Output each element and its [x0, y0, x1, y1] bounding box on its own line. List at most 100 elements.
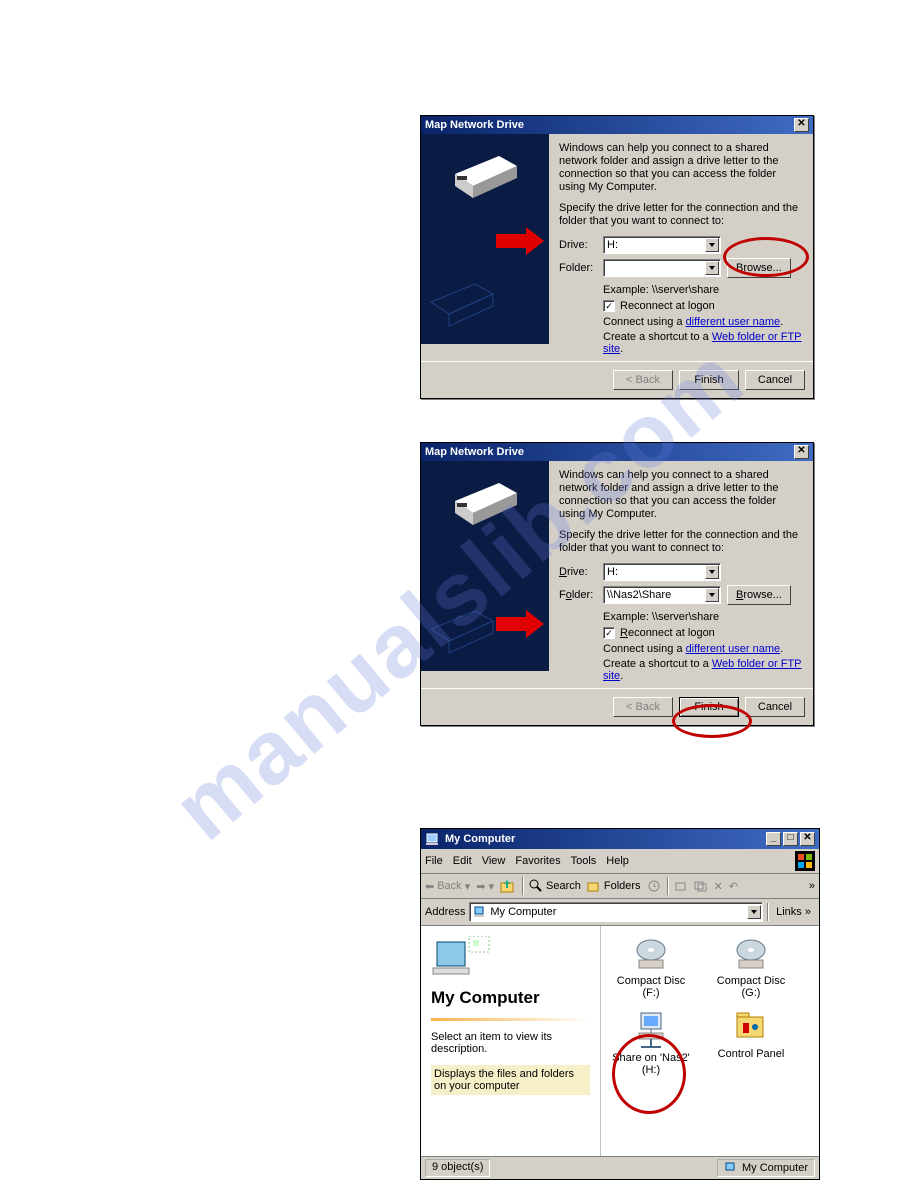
folder-combo[interactable]: \\Nas2\Share	[603, 586, 721, 604]
dropdown-icon[interactable]	[705, 588, 719, 602]
description-1: Windows can help you connect to a shared…	[559, 469, 803, 521]
divider	[431, 1018, 590, 1021]
close-button[interactable]: ✕	[794, 445, 809, 459]
history-icon	[647, 879, 661, 893]
menu-tools[interactable]: Tools	[571, 855, 597, 867]
toolbar-more[interactable]: »	[809, 880, 815, 892]
back-button: < Back	[613, 697, 673, 717]
links-button[interactable]: Links »	[772, 906, 815, 918]
search-icon	[529, 879, 543, 893]
different-user-link[interactable]: different user name	[686, 643, 781, 655]
move-to-button[interactable]	[674, 879, 688, 893]
titlebar: Map Network Drive ✕	[421, 443, 813, 461]
browse-button[interactable]: Browse...	[727, 585, 791, 605]
menu-view[interactable]: View	[482, 855, 506, 867]
cancel-button[interactable]: Cancel	[745, 370, 805, 390]
network-drive-icon	[631, 1009, 671, 1049]
my-computer-window: My Computer _ □ ✕ File Edit View Favorit…	[420, 828, 820, 1180]
shortcut-text: Create a shortcut to a Web folder or FTP…	[603, 331, 803, 355]
description-1: Windows can help you connect to a shared…	[559, 142, 803, 194]
map-drive-dialog-1: Map Network Drive ✕ Windows can help you…	[420, 115, 814, 399]
drive-combo[interactable]: H:	[603, 236, 721, 254]
folder-combo[interactable]	[603, 259, 721, 277]
panel-title: My Computer	[431, 988, 590, 1008]
undo-button[interactable]: ↶	[729, 880, 738, 893]
dialog-button-row: < Back Finish Cancel	[421, 688, 813, 725]
cancel-button[interactable]: Cancel	[745, 697, 805, 717]
drive-value: H:	[607, 566, 618, 578]
up-button[interactable]	[500, 878, 516, 894]
dropdown-icon[interactable]	[747, 905, 761, 919]
toolbar: ⬅ Back ▾ ➡ ▾ Search Folders ✕ ↶ »	[421, 874, 819, 899]
dropdown-icon[interactable]	[705, 238, 719, 252]
dropdown-icon[interactable]	[705, 261, 719, 275]
example-text: Example: \\server\share	[603, 611, 803, 623]
finish-button[interactable]: Finish	[679, 370, 739, 390]
address-label: Address	[425, 906, 465, 918]
drive-value: H:	[607, 239, 618, 251]
reconnect-label: Reconnect at logon	[620, 627, 715, 639]
drive-f[interactable]: Compact Disc (F:)	[611, 936, 691, 999]
folder-label: Folder:	[559, 262, 603, 274]
delete-button[interactable]: ✕	[714, 880, 723, 893]
red-arrow-2	[496, 610, 544, 638]
my-computer-large-icon	[431, 936, 491, 978]
search-button[interactable]: Search	[529, 879, 581, 893]
different-user-link[interactable]: different user name	[686, 316, 781, 328]
status-objects: 9 object(s)	[425, 1159, 490, 1177]
menu-bar: File Edit View Favorites Tools Help	[421, 849, 819, 874]
control-panel[interactable]: Control Panel	[711, 1009, 791, 1076]
folder-value: \\Nas2\Share	[607, 589, 671, 601]
title-text: My Computer	[445, 830, 515, 848]
menu-favorites[interactable]: Favorites	[515, 855, 560, 867]
drive-label: Drive:	[559, 239, 603, 251]
folder-up-icon	[500, 878, 516, 894]
dialog-button-row: < Back Finish Cancel	[421, 361, 813, 398]
copyto-icon	[694, 879, 708, 893]
status-bar: 9 object(s) My Computer	[421, 1156, 819, 1179]
menu-help[interactable]: Help	[606, 855, 629, 867]
icon-area: Compact Disc (F:) Compact Disc (G:) Shar…	[601, 926, 819, 1156]
connect-text: Connect using a different user name.	[603, 643, 803, 655]
drive-combo[interactable]: H:	[603, 563, 721, 581]
drive-share-h[interactable]: Share on 'Nas2' (H:)	[611, 1009, 691, 1076]
menu-file[interactable]: File	[425, 855, 443, 867]
panel-hint: Displays the files and folders on your c…	[431, 1065, 590, 1095]
maximize-button[interactable]: □	[783, 832, 798, 846]
drive-g[interactable]: Compact Disc (G:)	[711, 936, 791, 999]
moveto-icon	[674, 879, 688, 893]
cd-drive-icon	[731, 936, 771, 972]
forward-button[interactable]: ➡ ▾	[476, 880, 494, 893]
example-text: Example: \\server\share	[603, 284, 803, 296]
menu-edit[interactable]: Edit	[453, 855, 472, 867]
windows-logo-icon	[795, 851, 815, 871]
reconnect-label: Reconnect at logon	[620, 300, 715, 312]
reconnect-checkbox[interactable]: ✓	[603, 300, 615, 312]
close-button[interactable]: ✕	[794, 118, 809, 132]
minimize-button[interactable]: _	[766, 832, 781, 846]
reconnect-checkbox[interactable]: ✓	[603, 627, 615, 639]
dropdown-icon[interactable]	[705, 565, 719, 579]
wizard-graphic	[421, 461, 549, 671]
history-button[interactable]	[647, 879, 661, 893]
description-2: Specify the drive letter for the connect…	[559, 202, 803, 228]
address-combo[interactable]: My Computer	[469, 902, 763, 922]
back-button: < Back	[613, 370, 673, 390]
status-location: My Computer	[717, 1159, 815, 1177]
drive-label: Drive:	[559, 566, 603, 578]
close-button[interactable]: ✕	[800, 832, 815, 846]
description-2: Specify the drive letter for the connect…	[559, 529, 803, 555]
panel-desc: Select an item to view its description.	[431, 1031, 590, 1055]
cd-drive-icon	[631, 936, 671, 972]
back-button[interactable]: ⬅ Back ▾	[425, 880, 470, 893]
info-panel: My Computer Select an item to view its d…	[421, 926, 601, 1156]
browse-button[interactable]: Browse...	[727, 258, 791, 278]
finish-button[interactable]: Finish	[679, 697, 739, 717]
titlebar: Map Network Drive ✕	[421, 116, 813, 134]
copy-to-button[interactable]	[694, 879, 708, 893]
folders-button[interactable]: Folders	[587, 879, 641, 893]
my-computer-icon	[425, 831, 441, 847]
titlebar: My Computer _ □ ✕	[421, 829, 819, 849]
map-drive-dialog-2: Map Network Drive ✕ Windows can help you…	[420, 442, 814, 726]
my-computer-icon	[724, 1161, 738, 1175]
